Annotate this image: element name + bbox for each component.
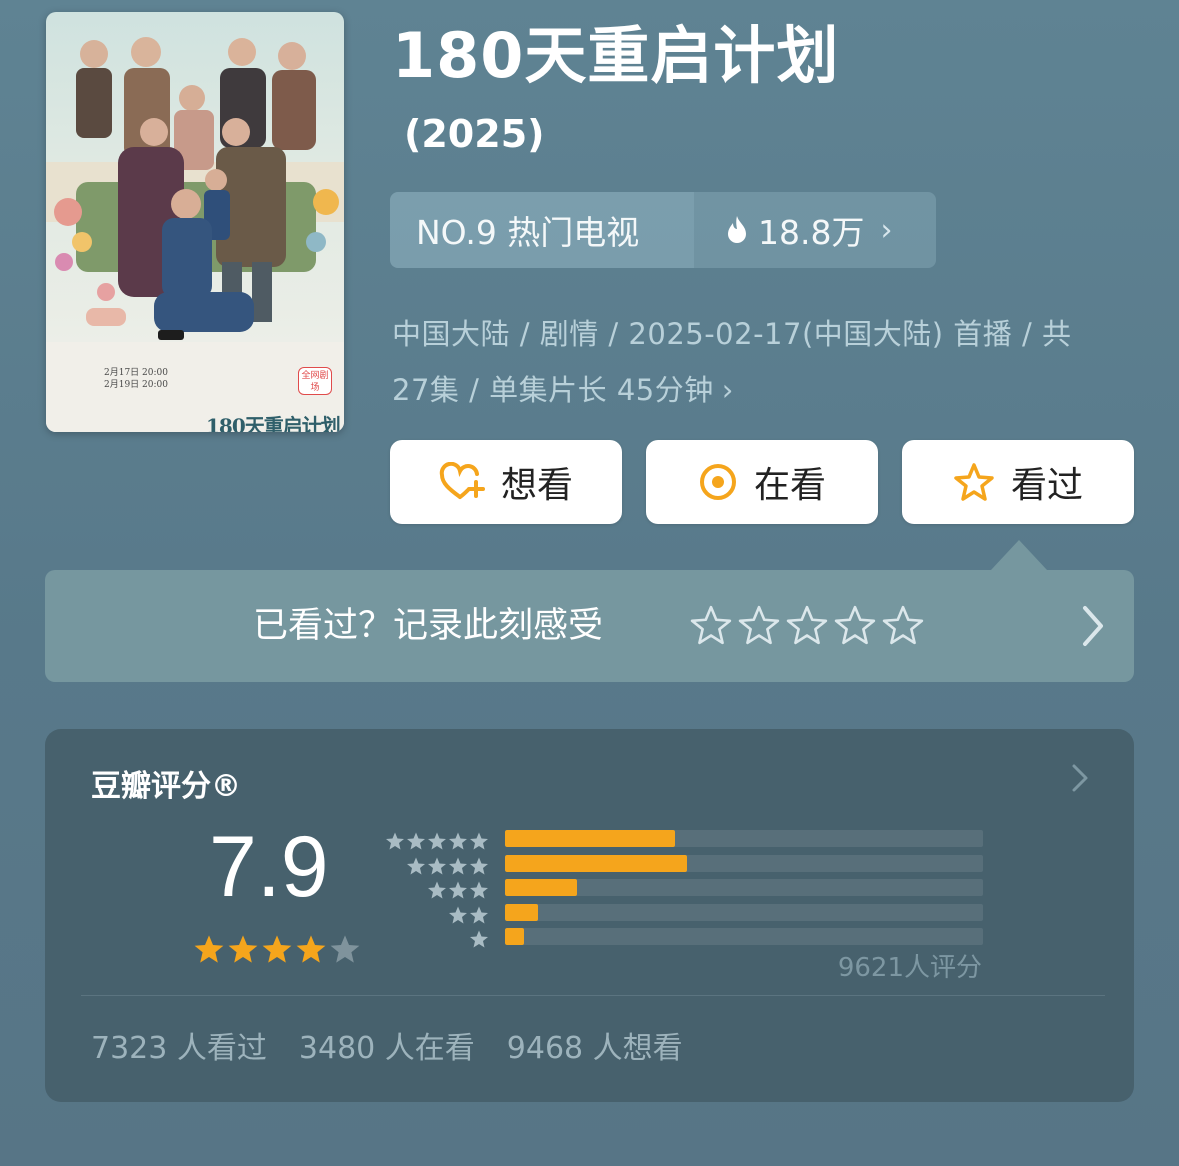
dist-bar-track-4-star xyxy=(505,854,983,872)
dist-bar-track-1-star xyxy=(505,928,983,945)
small-star-icon xyxy=(449,881,467,899)
dist-label-1-star xyxy=(383,927,489,952)
watching-button[interactable]: 在看 xyxy=(646,440,878,524)
score-stars xyxy=(193,933,361,965)
chevron-right-icon: › xyxy=(721,373,734,407)
dist-bar-track-3-star xyxy=(505,879,983,896)
chevron-right-icon: › xyxy=(880,212,893,248)
watch-stats: 7323 人看过 3480 人在看 9468 人想看 xyxy=(91,1023,683,1067)
rating-count: 9621人评分 xyxy=(837,953,982,983)
dist-bar-fill-5-star xyxy=(505,830,675,847)
small-star-icon xyxy=(470,906,488,924)
star-filled-icon xyxy=(296,935,326,963)
dist-bar-fill-3-star xyxy=(505,879,577,896)
dist-label-2-star xyxy=(383,903,489,928)
rating-title: 豆瓣评分® xyxy=(91,769,241,804)
small-star-icon xyxy=(470,930,488,948)
watched-button[interactable]: 看过 xyxy=(902,440,1134,524)
small-star-icon xyxy=(428,832,446,850)
star-outline-icon[interactable] xyxy=(834,604,876,646)
rank-label[interactable]: NO.9 热门电视 xyxy=(390,192,694,268)
dist-label-5-star xyxy=(383,829,489,854)
stat-want[interactable]: 9468 人想看 xyxy=(507,1023,683,1067)
stat-watching[interactable]: 3480 人在看 xyxy=(299,1023,475,1067)
chevron-right-icon[interactable] xyxy=(1079,604,1107,648)
show-meta[interactable]: 中国大陆 / 剧情 / 2025-02-17(中国大陆) 首播 / 共 27集 … xyxy=(392,306,1152,418)
star-outline-icon[interactable] xyxy=(690,604,732,646)
small-star-icon xyxy=(428,881,446,899)
star-outline-icon[interactable] xyxy=(786,604,828,646)
small-star-icon xyxy=(386,832,404,850)
dist-bar-track-2-star xyxy=(505,903,983,921)
small-star-icon xyxy=(449,832,467,850)
poster-airdates: 2月17日 20:00 2月19日 20:00 xyxy=(104,367,168,391)
small-star-icon xyxy=(407,857,425,875)
small-star-icon xyxy=(470,857,488,875)
dist-label-4-star xyxy=(383,854,489,879)
meta-line-1: 中国大陆 / 剧情 / 2025-02-17(中国大陆) 首播 / 共 xyxy=(392,317,1072,351)
small-star-icon xyxy=(449,857,467,875)
douban-rating-card[interactable]: 豆瓣评分® 7.9 9621人评分 7323 人看过 3480 人在看 9468… xyxy=(45,729,1134,1102)
want-to-watch-button[interactable]: 想看 xyxy=(390,440,622,524)
watching-label: 在看 xyxy=(753,465,826,506)
want-label: 想看 xyxy=(500,465,573,506)
panel-pointer xyxy=(991,540,1047,570)
stat-watched[interactable]: 7323 人看过 xyxy=(91,1023,267,1067)
watched-label: 看过 xyxy=(1010,465,1083,506)
page-title: 180天重启计划 xyxy=(392,19,840,92)
poster-date-1: 2月17日 20:00 xyxy=(104,368,168,378)
heat-indicator[interactable]: 18.8万 › xyxy=(694,192,936,268)
dist-bar-fill-2-star xyxy=(505,903,539,921)
meta-line-2-text: 27集 / 单集片长 45分钟 xyxy=(392,373,714,407)
star-outline-icon[interactable] xyxy=(882,604,924,646)
record-star-rating[interactable] xyxy=(690,604,924,646)
small-star-icon xyxy=(449,906,467,924)
rating-score: 7.9 xyxy=(209,819,329,915)
dist-bar-fill-4-star xyxy=(505,854,687,872)
poster-image[interactable]: 2月17日 20:00 2月19日 20:00 全网剧场 180天重启计划 xyxy=(46,12,344,432)
dist-bar-fill-1-star xyxy=(505,928,525,945)
small-star-icon xyxy=(407,832,425,850)
fire-icon xyxy=(728,216,746,243)
heat-value: 18.8万 xyxy=(758,213,865,252)
small-star-icon xyxy=(470,832,488,850)
record-rating-panel[interactable]: 已看过？记录此刻感受 xyxy=(45,570,1134,682)
poster-title-art: 180天重启计划 xyxy=(206,414,341,432)
dist-bar-track-5-star xyxy=(505,830,983,847)
small-star-icon xyxy=(428,857,446,875)
star-outline-icon xyxy=(954,463,994,501)
release-year: (2025) xyxy=(404,112,545,156)
poster-badge: 全网剧场 xyxy=(298,367,332,395)
record-prompt: 已看过？记录此刻感受 xyxy=(253,606,604,646)
dist-label-3-star xyxy=(383,878,489,903)
star-outline-icon[interactable] xyxy=(738,604,780,646)
divider xyxy=(81,995,1105,996)
distribution-star-labels xyxy=(383,829,489,952)
target-icon xyxy=(699,464,736,500)
distribution-bars xyxy=(505,830,983,953)
poster-date-2: 2月19日 20:00 xyxy=(104,380,168,390)
rank-banner[interactable]: NO.9 热门电视 18.8万 › xyxy=(390,192,936,268)
chevron-right-icon[interactable] xyxy=(1071,763,1089,793)
star-empty-icon xyxy=(330,935,360,963)
star-filled-icon xyxy=(262,935,292,963)
star-filled-icon xyxy=(228,935,258,963)
meta-line-2: 27集 / 单集片长 45分钟 › xyxy=(392,362,1152,418)
heart-plus-icon xyxy=(439,462,485,499)
small-star-icon xyxy=(470,881,488,899)
star-filled-icon xyxy=(194,935,224,963)
